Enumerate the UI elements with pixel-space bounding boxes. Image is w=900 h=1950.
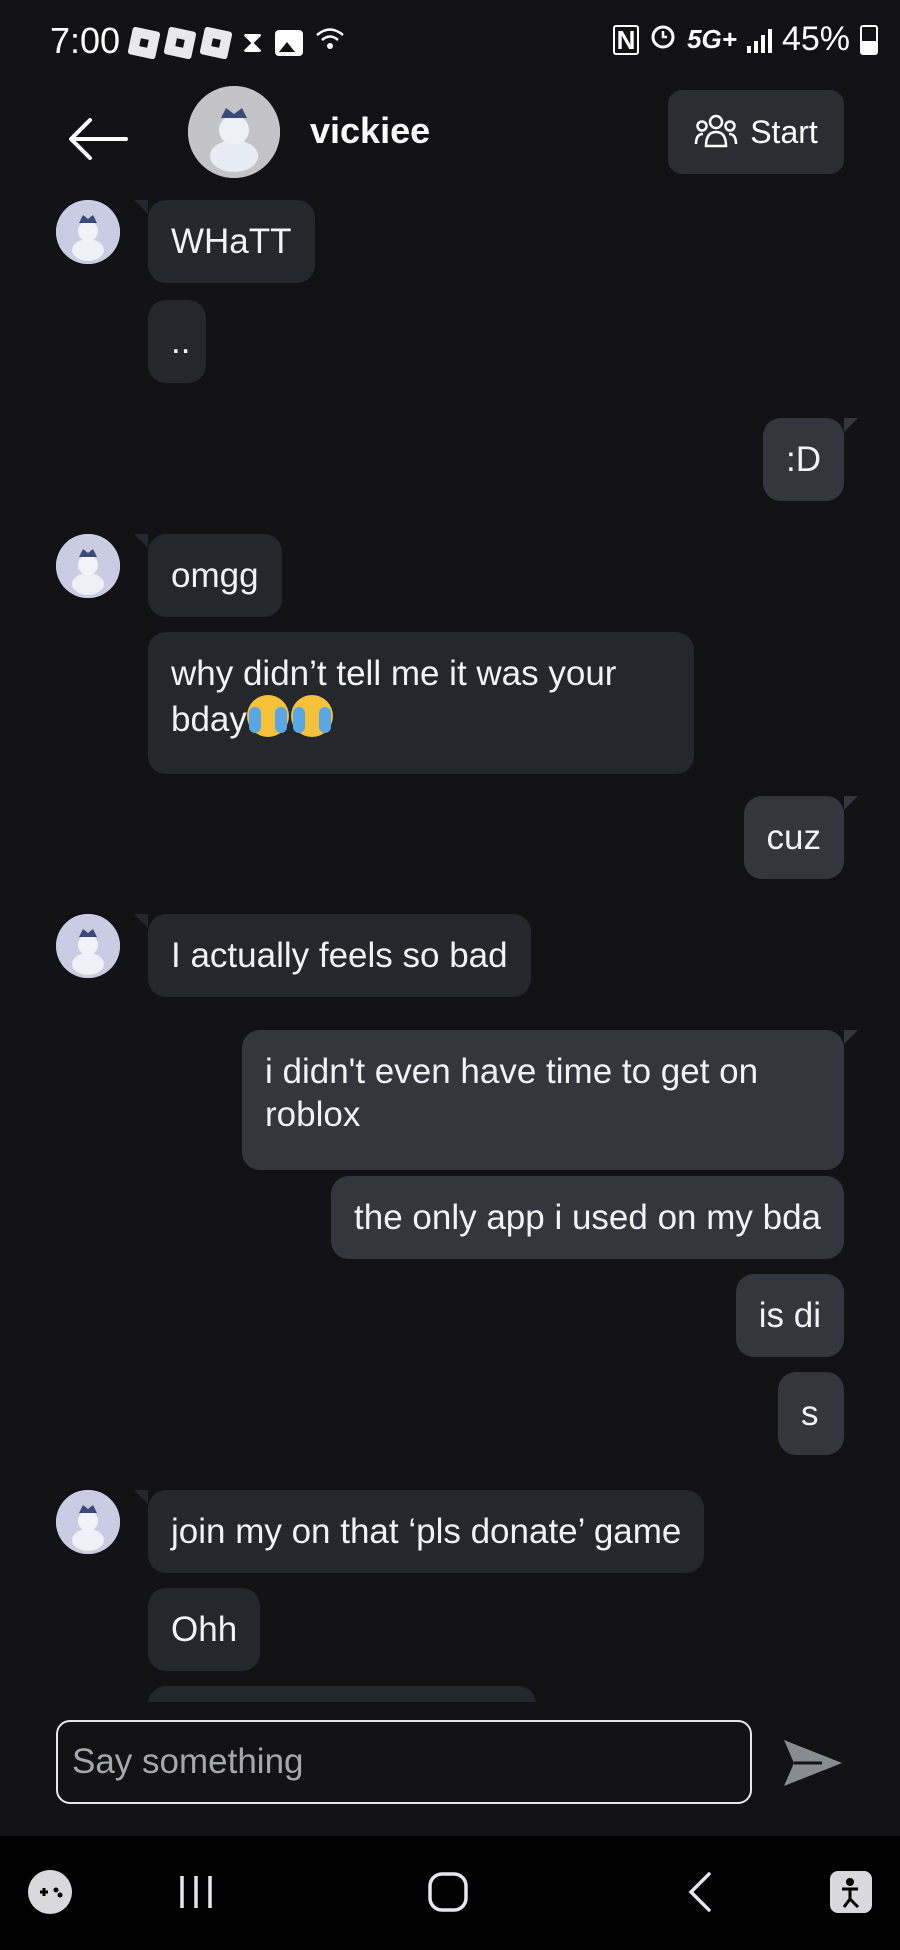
image-icon [275,29,304,56]
message-bubble-outgoing[interactable]: s [778,1372,844,1455]
home-button[interactable] [424,1864,472,1920]
alarm-icon [649,20,677,59]
message-text: I actually feels so bad [171,936,508,975]
message-bubble-incoming[interactable]: Ohh [148,1588,261,1671]
accessibility-button[interactable] [826,1864,876,1920]
roblox-notification-icon [163,25,197,60]
contact-avatar[interactable] [188,86,280,178]
message-bubble-incoming[interactable]: join my on that ‘pls donate’ game [133,1490,705,1573]
message-text: s [801,1394,819,1433]
status-time: 7:00 [50,20,121,61]
sender-avatar[interactable] [56,1490,120,1554]
roblox-notification-icon [127,25,161,60]
accessibility-icon [830,1871,872,1913]
message-text: omgg [171,556,259,595]
message-text: :D [786,440,821,479]
message-bubble-incoming-partial[interactable] [148,1686,536,1702]
notification-icons: ⧗ [127,25,345,60]
message-text: .. [171,322,191,361]
wifi-icon [315,26,345,59]
chat-header: vickiee Start [0,86,900,196]
sender-avatar[interactable] [56,534,120,598]
roblox-notification-icon [199,25,233,60]
signal-icon [746,27,772,53]
recent-apps-icon [180,1876,212,1908]
status-bar: 7:00 ⧗ N 5G+ 45% [0,0,900,86]
system-navigation-bar [0,1836,900,1950]
message-input-box[interactable] [56,1720,752,1804]
crying-face-icon [246,695,289,737]
message-bubble-outgoing[interactable]: the only app i used on my bda [331,1176,844,1259]
gamepad-icon [28,1870,72,1914]
message-text: is di [758,1296,821,1335]
system-status: N 5G+ 45% [613,20,878,59]
network-type: 5G+ [687,24,737,54]
message-text: join my on that ‘pls donate’ game [171,1512,682,1551]
send-icon [784,1740,842,1786]
home-icon [428,1872,468,1912]
message-bubble-incoming[interactable]: I actually feels so bad [134,914,531,997]
message-bubble-incoming[interactable]: .. [148,300,206,383]
message-bubble-outgoing[interactable]: i didn't even have time to get on roblox [242,1030,858,1170]
battery-icon [860,24,878,55]
message-text: Ohh [171,1610,238,1649]
message-text: i didn't even have time to get on roblox [265,1052,759,1134]
crying-face-icon [290,695,333,737]
message-bubble-incoming[interactable]: WHaTT [134,200,315,283]
message-bubble-outgoing[interactable]: :D [763,418,858,501]
start-button-label: Start [750,113,818,150]
message-text: the only app i used on my bda [354,1198,821,1237]
nfc-icon: N [613,24,640,55]
contact-name[interactable]: vickiee [310,110,430,152]
start-button[interactable]: Start [668,90,844,174]
recent-apps-button[interactable] [172,1864,220,1920]
arrow-left-icon [69,118,128,160]
sender-avatar[interactable] [56,914,120,978]
message-input[interactable] [58,1722,750,1802]
message-bubble-incoming[interactable]: omgg [134,534,282,617]
sender-avatar[interactable] [56,200,120,264]
hourglass-icon: ⧗ [242,25,264,59]
message-text: why didn’t tell me it was your bday [171,654,617,739]
battery-percent: 45% [781,20,850,58]
back-nav-button[interactable] [680,1864,720,1920]
send-button[interactable] [782,1738,844,1788]
chevron-left-icon [688,1872,711,1912]
group-icon [694,114,738,148]
message-bubble-outgoing[interactable]: is di [735,1274,844,1357]
message-bubble-incoming[interactable]: why didn’t tell me it was your bday [148,632,694,774]
message-text: cuz [766,818,821,857]
message-text: WHaTT [171,222,292,261]
message-bubble-outgoing[interactable]: cuz [743,796,859,879]
game-launcher-button[interactable] [24,1864,76,1920]
message-list[interactable]: WHaTT .. :D omgg why didn’t tell me it w… [0,196,900,1702]
back-button[interactable] [66,114,130,164]
